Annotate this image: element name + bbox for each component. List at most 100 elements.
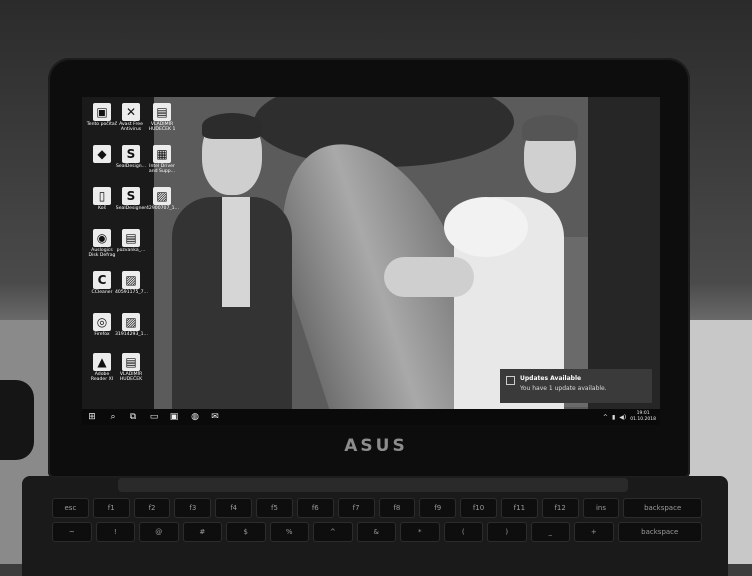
keyboard-key[interactable]: ~ [52,522,92,542]
keyboard-key[interactable]: f3 [174,498,212,518]
keyboard-key[interactable]: ( [443,522,483,542]
desktop-icon-label: VLADIMÍR HUDEČEK [119,372,143,383]
brand-logo: ASUS [344,436,408,456]
desktop-icon[interactable]: ▦ Intel Driver and Supp... [146,145,178,175]
desktop-icon-image-icon: ▨ [122,313,140,331]
keyboard-key[interactable]: ) [487,522,527,542]
desktop-icon[interactable]: S SealDesigner [115,187,147,211]
keyboard-key[interactable]: + [574,522,614,542]
desktop-icon[interactable]: ◎ Firefox [86,313,118,337]
keyboard-key[interactable]: f1 [92,498,130,518]
desktop-icon-image-icon: ▤ [122,353,140,371]
desktop-icon[interactable]: ▨ 31914293_1... [115,313,148,337]
keyboard-number-row: ~! @ # $% ^ & *() _ + backspace [52,522,702,542]
keyboard-key[interactable]: ins [582,498,620,518]
desktop-icon-image-icon: ▤ [153,103,171,121]
desktop-icon-image-icon: ◆ [93,145,111,163]
desktop-icon-label: VLADIMÍR HUDEČEK 1 [148,122,176,133]
desktop-icon[interactable]: ▤ VLADIMÍR HUDEČEK 1 [146,103,178,133]
keyboard-key[interactable]: f4 [215,498,253,518]
desktop-icon[interactable]: ▨ 40591175_7... [115,271,148,295]
clock-date: 01.10.2018 [630,417,656,422]
desktop-icon[interactable]: ◆ [86,145,118,164]
desktop-icon-label: SealDesign... [115,164,147,169]
desktop-icon-label: SealDesigner [115,206,147,211]
desktop-icon-label: Auslogics Disk Defrag [88,248,116,259]
screen: ▣ Tento počítač ✕ Avast Free Antivirus ▤ VLAD… [82,97,660,425]
wallpaper-hands [384,257,474,297]
desktop-icon[interactable]: ◉ Auslogics Disk Defrag [86,229,118,259]
keyboard-key[interactable]: $ [226,522,266,542]
search-icon[interactable]: ⌕ [108,412,118,422]
tray-chevron-icon[interactable]: ^ [603,414,608,421]
desktop-icon[interactable]: ✕ Avast Free Antivirus [115,103,147,133]
desktop-icon-image-icon: S [122,187,140,205]
desktop-icon-image-icon: ▯ [93,187,111,205]
keyboard-key[interactable]: f10 [460,498,497,518]
desktop-icon-image-icon: ▣ [93,103,111,121]
keyboard-key[interactable]: f11 [500,498,538,518]
desktop-icon-image-icon: ▨ [122,271,140,289]
desktop-icon-image-icon: C [93,271,111,289]
notification-icon [506,376,515,385]
task-view-icon[interactable]: ⧉ [128,412,138,422]
desktop-icon-label: 40591175_7... [115,290,148,295]
keyboard-key[interactable]: f12 [541,498,579,518]
keyboard-key[interactable]: ! [95,522,135,542]
desktop-wallpaper [154,97,588,409]
keyboard-key[interactable]: f7 [337,498,375,518]
file-explorer-icon[interactable]: ▭ [149,412,159,422]
notification-text: You have 1 update available. [520,385,607,392]
keyboard-key[interactable]: backspace [617,522,702,542]
desktop-icon-image-icon: ▲ [93,353,111,371]
desktop-icon-image-icon: ▨ [153,187,171,205]
browser-icon[interactable]: ◍ [190,412,200,422]
desktop-icon[interactable]: S SealDesign... [115,145,147,169]
desktop-icon[interactable]: ▲ Adobe Reader XI [86,353,118,383]
keyboard-key[interactable]: f6 [296,498,334,518]
keyboard-key[interactable]: esc [52,498,89,518]
notification-title: Updates Available [520,375,582,382]
update-notification[interactable]: Updates Available You have 1 update avai… [500,369,652,403]
keyboard-key[interactable]: % [269,522,309,542]
keyboard-key[interactable]: f2 [133,498,171,518]
store-icon[interactable]: ▣ [169,412,179,422]
desktop-icon[interactable]: ▨ 42900707_1... [146,187,179,211]
desktop-icon[interactable]: ▤ VLADIMÍR HUDEČEK [115,353,147,383]
desktop-icon[interactable]: ▯ Koš [86,187,118,211]
desktop-icon-label: Adobe Reader XI [90,372,114,383]
keyboard-key[interactable]: ^ [313,522,353,542]
start-button[interactable]: ⊞ [87,412,97,422]
desktop-icon-image-icon: ▤ [122,229,140,247]
wallpaper-bride-hair [522,115,578,141]
desktop-icon[interactable]: ▤ pozvanka_... [115,229,147,253]
desktop-icon-image-icon: ◎ [93,313,111,331]
desktop-icon-area: ▣ Tento počítač ✕ Avast Free Antivirus ▤ VLAD… [82,97,179,409]
keyboard-key[interactable]: & [356,522,396,542]
desktop-icon-label: Avast Free Antivirus [119,122,143,133]
wallpaper-bouquet [444,197,528,257]
desktop-icon[interactable]: C CCleaner [86,271,118,295]
desktop-icon-label: Koš [98,206,106,211]
keyboard-key[interactable]: backspace [623,498,702,518]
keyboard-key[interactable]: f8 [378,498,416,518]
system-tray: ^ ▮ ◀) 19:01 01.10.2018 [603,410,656,424]
volume-icon[interactable]: ◀) [619,414,626,421]
mail-icon[interactable]: ✉ [210,412,220,422]
keyboard-key[interactable]: f5 [256,498,293,518]
taskbar: ⊞ ⌕ ⧉ ▭ ▣ ◍ ✉ ^ ▮ ◀) 19:01 01.10.2018 [82,409,660,425]
desktop-icon-label: 42900707_1... [146,206,179,211]
desktop-icon-label: CCleaner [91,290,113,295]
keyboard-key[interactable]: # [182,522,222,542]
keyboard-key[interactable]: _ [530,522,570,542]
taskbar-clock[interactable]: 19:01 01.10.2018 [630,411,656,423]
desktop-icon[interactable]: ▣ Tento počítač [86,103,118,127]
desktop-icon-image-icon: ▦ [153,145,171,163]
keyboard-key[interactable]: @ [139,522,179,542]
wallpaper-groom-shirt [222,197,250,307]
keyboard-function-row: esc f1 f2 f3 f4 f5 f6 f7 f8 f9 f10 f11 f12 ins backspa… [52,498,702,518]
keyboard-key[interactable]: f9 [419,498,457,518]
keyboard-key[interactable]: * [400,522,440,542]
desktop-icon-label: Tento počítač [86,122,118,127]
battery-icon[interactable]: ▮ [612,414,615,421]
